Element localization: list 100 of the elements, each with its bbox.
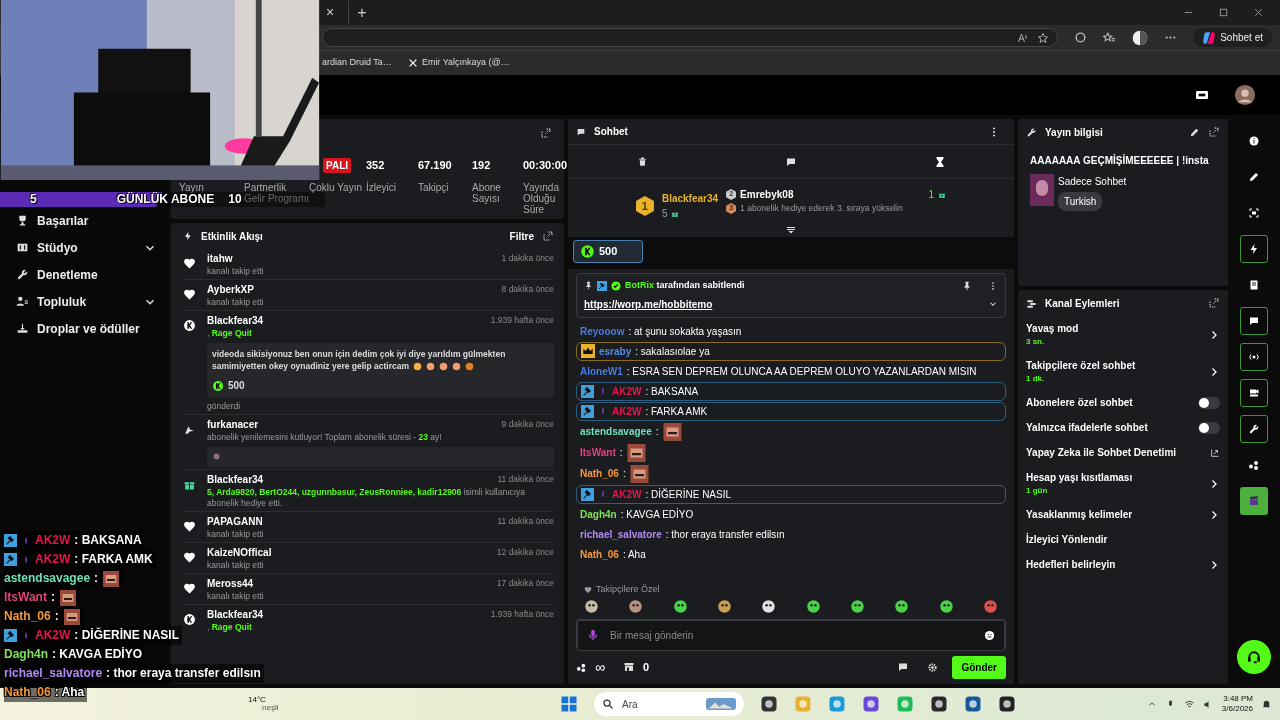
kicks-pill[interactable]: 500 <box>573 240 643 263</box>
pin-icon[interactable] <box>962 280 972 291</box>
channel-action[interactable]: Takipçilere özel sohbet 1 dk. <box>1018 353 1228 390</box>
filter-link[interactable]: Filtre <box>509 228 534 244</box>
edit-icon[interactable] <box>1189 126 1200 138</box>
stat-label: Yayında Olduğu Süre <box>523 182 560 215</box>
username: ItsWant <box>580 447 616 458</box>
sidebar-item[interactable]: Topluluk <box>0 288 167 315</box>
trash-icon[interactable] <box>636 156 648 167</box>
channel-action[interactable]: Abonelere özel sohbet <box>1018 390 1228 415</box>
heart-icon <box>183 287 196 301</box>
rank-badge: 1 <box>635 196 654 216</box>
sidebar-item[interactable]: Droplar ve ödüller <box>0 315 167 342</box>
username: AK2W <box>35 551 71 568</box>
extensions-icon[interactable] <box>1074 31 1088 44</box>
copilot-icon <box>1202 30 1217 45</box>
start-icon[interactable] <box>560 695 578 713</box>
panel-title: Etkinlik Akışı <box>201 229 264 244</box>
rail-button[interactable] <box>1240 307 1268 335</box>
channel-action[interactable]: İzleyici Yönlendir <box>1018 527 1228 552</box>
store-icon[interactable] <box>623 661 635 673</box>
read-aloud-icon[interactable] <box>1017 31 1030 44</box>
rail-button[interactable] <box>1240 235 1268 263</box>
expand-icon[interactable] <box>1208 297 1220 309</box>
rail-button[interactable] <box>1240 379 1268 407</box>
kick-logo-icon <box>183 318 196 332</box>
search-field[interactable]: Ara <box>594 692 744 716</box>
expand-icon[interactable] <box>540 127 552 139</box>
emote-icon[interactable] <box>805 599 821 614</box>
close-tab-button[interactable]: × <box>326 2 335 23</box>
timestamp: 12 dakika önce <box>496 546 554 559</box>
expand-icon[interactable] <box>1208 126 1220 138</box>
favorites-icon[interactable] <box>1103 31 1117 44</box>
user-avatar-icon[interactable] <box>1234 84 1256 106</box>
clock[interactable]: 3:48 PM 3/6/2026 <box>1221 693 1253 715</box>
event-description: kanalı takip etti <box>207 529 265 540</box>
support-button[interactable] <box>1237 640 1271 674</box>
message-input[interactable]: Bir mesaj gönderin <box>577 620 1005 651</box>
sidebar-item[interactable]: Stüdyo <box>0 234 167 261</box>
copilot-button[interactable]: Sohbet et <box>1193 28 1272 47</box>
emote-icon[interactable] <box>894 599 910 614</box>
message-text: : KAVGA EDİYO <box>52 646 143 663</box>
taskbar-app-icon[interactable] <box>930 695 948 713</box>
channel-action[interactable]: Hedefleri belirleyin <box>1018 552 1228 577</box>
expand-icon[interactable] <box>542 230 554 242</box>
bookmark-link[interactable]: ardian Druid Ta… <box>322 56 392 70</box>
channel-action[interactable]: Yavaş mod 3 sn. <box>1018 316 1228 353</box>
infinity-symbol: ∞ <box>595 660 605 674</box>
toggle-switch[interactable] <box>1198 421 1220 434</box>
username: Blackfear34 <box>207 608 264 622</box>
message-text: : <box>94 570 99 587</box>
sidebar-item[interactable]: Başarılar <box>0 207 167 234</box>
message-text: : thor eraya transfer edilsın <box>665 528 785 540</box>
channel-action[interactable]: Hesap yaşı kısıtlaması 1 gün <box>1018 465 1228 502</box>
username: AK2W <box>612 405 642 417</box>
emote-icon[interactable] <box>717 599 732 614</box>
taskbar-app-icon[interactable] <box>760 695 778 713</box>
tag: Turkish <box>1058 192 1103 211</box>
channel-action[interactable]: Yasaklanmış kelimeler <box>1018 502 1228 527</box>
gift-count: 5 <box>661 207 668 221</box>
microphone-icon[interactable] <box>586 628 600 642</box>
chat-icon[interactable] <box>897 661 910 673</box>
close-icon[interactable] <box>1253 7 1264 18</box>
stat-label: Takipçi <box>418 182 450 193</box>
channel-action[interactable]: Yalnızca ifadelerle sohbet <box>1018 415 1228 440</box>
action-label: Yapay Zeka ile Sohbet Denetimi <box>1026 446 1178 460</box>
emote-icon[interactable] <box>938 599 954 614</box>
taskbar-app-icon[interactable] <box>964 695 982 713</box>
notification-icon[interactable] <box>1261 698 1272 710</box>
event-description: kanalı takip etti <box>207 266 265 277</box>
bookmark-link[interactable]: Emir Yalçınkaya (@… <box>407 56 510 70</box>
emote-icon[interactable] <box>849 599 865 614</box>
message-text: : thor eraya transfer edilsın <box>106 665 261 682</box>
wrench-icon <box>1026 126 1037 138</box>
sidebar-item[interactable]: Denetleme <box>0 261 167 288</box>
channel-action[interactable]: Yapay Zeka ile Sohbet Denetimi <box>1018 440 1228 465</box>
wifi-icon[interactable] <box>1183 698 1195 710</box>
action-value: 3 sn. <box>1026 336 1046 348</box>
emote-icon[interactable] <box>628 599 644 614</box>
rail-button[interactable] <box>1240 415 1268 443</box>
hourglass-icon[interactable] <box>933 155 946 168</box>
rail-icon <box>1248 135 1260 147</box>
emoji-icon[interactable] <box>984 630 995 641</box>
restore-icon[interactable] <box>1218 7 1229 18</box>
message-text: videoda sikisiyonuz ben onun için dedim çok iyi diye yarıldım gülmekten samimiyetten okey oynadiniz yere gelip actircam <box>212 348 507 372</box>
rank-hint: 1 abonelik hediye ederek 3. sıraya yükselin <box>740 202 903 215</box>
new-tab-button[interactable]: + <box>348 0 367 25</box>
send-button[interactable]: Gönder <box>952 655 1006 679</box>
taskbar-app-icon[interactable] <box>998 695 1016 713</box>
headset-icon <box>1246 649 1262 665</box>
emote-icon[interactable] <box>584 599 599 614</box>
stat-label: Partnerlik Gelir Programı <box>244 182 309 204</box>
profile-avatar-icon[interactable] <box>1132 29 1149 46</box>
emote-icon[interactable] <box>761 599 777 614</box>
star-icon[interactable] <box>1037 31 1050 44</box>
username: furkanacer <box>207 418 259 432</box>
pinned-link[interactable]: https://worp.me/hobbitemo <box>584 296 713 312</box>
settings-icon[interactable] <box>927 661 939 673</box>
toggle-switch[interactable] <box>1198 396 1220 409</box>
emote-icon[interactable] <box>672 599 688 614</box>
